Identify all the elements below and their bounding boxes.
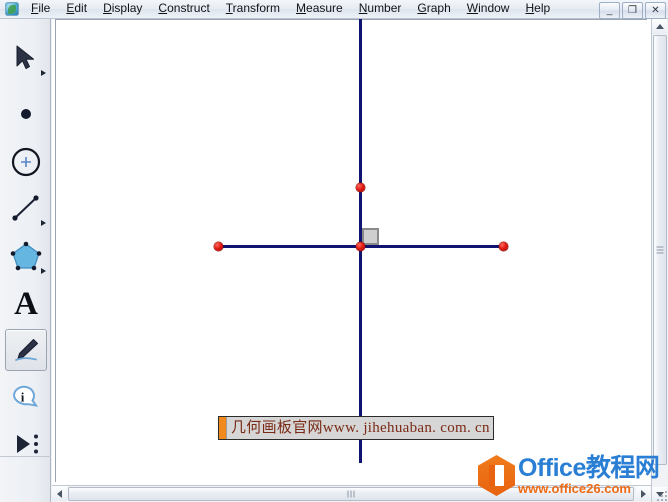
- menu-help[interactable]: Help: [518, 0, 557, 18]
- sketchpad-app-icon: [5, 2, 19, 16]
- arrow-select-tool[interactable]: [5, 37, 47, 79]
- sketch-canvas[interactable]: [55, 19, 647, 482]
- information-tool[interactable]: i: [5, 377, 47, 419]
- arrow-tool-flyout-arrow[interactable]: [41, 70, 46, 76]
- pen-marker-icon: [15, 339, 38, 361]
- menu-number[interactable]: Number: [352, 0, 409, 18]
- vertical-scrollbar[interactable]: [651, 19, 668, 502]
- info-bubble-icon: i: [12, 385, 39, 407]
- point-on-vertical-line[interactable]: [356, 183, 365, 192]
- menu-transform[interactable]: Transform: [219, 0, 287, 18]
- menu-edit[interactable]: Edit: [59, 0, 94, 18]
- chevron-right-icon: [641, 489, 646, 498]
- tool-palette: A i: [0, 19, 51, 502]
- arrow-cursor-icon: [16, 45, 34, 69]
- window-controls: _ ❐ ✕: [599, 2, 666, 19]
- menu-graph[interactable]: Graph: [410, 0, 457, 18]
- straightedge-tool-flyout-arrow[interactable]: [41, 220, 46, 226]
- chevron-up-icon: [655, 24, 664, 29]
- sketchpad-window: File Edit Display Construct Transform Me…: [0, 0, 668, 502]
- resize-grip[interactable]: [654, 488, 667, 501]
- straightedge-tool[interactable]: [5, 187, 47, 229]
- menu-display[interactable]: Display: [96, 0, 149, 18]
- scroll-thumb-grip: [656, 246, 664, 255]
- text-tool[interactable]: A: [5, 283, 47, 325]
- line-segment-icon: [12, 195, 39, 221]
- scroll-left-button[interactable]: [52, 486, 67, 501]
- point-icon: [21, 109, 31, 119]
- scroll-thumb-grip-h: [347, 490, 356, 498]
- text-object-handle[interactable]: [219, 417, 227, 439]
- menu-bar: File Edit Display Construct Transform Me…: [0, 0, 668, 19]
- close-button[interactable]: ✕: [645, 2, 666, 19]
- scroll-up-button[interactable]: [652, 19, 667, 34]
- svg-text:i: i: [21, 390, 25, 405]
- minimize-button[interactable]: _: [599, 2, 620, 19]
- text-object-label: 几何画板官网www. jihehuaban. com. cn: [231, 420, 490, 436]
- menu-construct[interactable]: Construct: [151, 0, 216, 18]
- menu-window[interactable]: Window: [460, 0, 517, 18]
- compass-circle-tool[interactable]: [5, 141, 47, 183]
- menu-measure[interactable]: Measure: [289, 0, 350, 18]
- custom-tools[interactable]: [5, 423, 47, 465]
- letter-a-icon: A: [14, 285, 38, 322]
- restore-button[interactable]: ❐: [622, 2, 643, 19]
- toolbar-separator: [0, 456, 51, 457]
- triangle-dots-icon: [17, 434, 38, 454]
- pentagon-icon: [10, 241, 42, 271]
- horizontal-scrollbar[interactable]: [52, 485, 651, 502]
- point-intersection[interactable]: [356, 242, 365, 251]
- vertical-scrollbar-thumb[interactable]: [653, 35, 667, 465]
- circle-plus-icon: [11, 147, 41, 177]
- polygon-tool[interactable]: [5, 235, 47, 277]
- menu-file[interactable]: File: [24, 0, 57, 18]
- point-tool[interactable]: [5, 93, 47, 135]
- marker-pen-tool[interactable]: [5, 329, 47, 371]
- sketch-text-object[interactable]: 几何画板官网www. jihehuaban. com. cn: [218, 416, 494, 440]
- polygon-tool-flyout-arrow[interactable]: [41, 268, 46, 274]
- scroll-right-button[interactable]: [636, 486, 651, 501]
- right-angle-marker: [362, 228, 379, 245]
- point-left-endpoint[interactable]: [214, 242, 223, 251]
- point-right-endpoint[interactable]: [499, 242, 508, 251]
- horizontal-scrollbar-thumb[interactable]: [68, 487, 634, 501]
- chevron-left-icon: [57, 489, 62, 498]
